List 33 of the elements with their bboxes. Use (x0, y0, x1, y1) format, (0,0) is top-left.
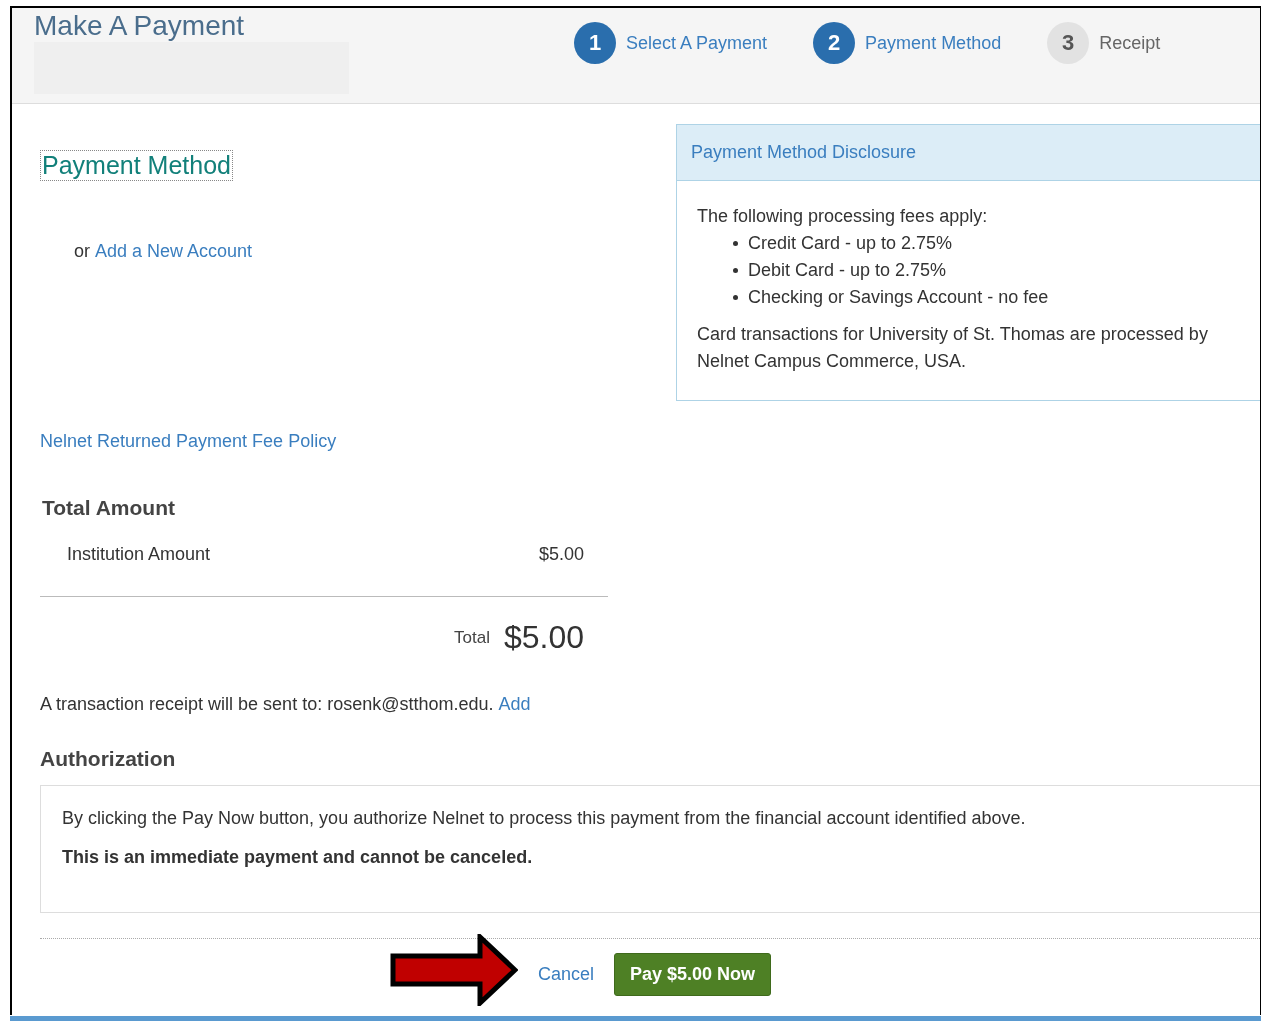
panel-title: Payment Method Disclosure (677, 125, 1260, 181)
amount-label: Institution Amount (67, 544, 211, 565)
fee-item: Credit Card - up to 2.75% (733, 230, 1240, 257)
or-text: or (74, 241, 90, 262)
authorization-heading: Authorization (40, 747, 177, 771)
bullet-icon (733, 268, 738, 273)
arrow-icon (390, 934, 518, 1006)
step-number: 3 (1047, 22, 1090, 64)
amount-value: $5.00 (538, 544, 584, 565)
step-label: Select A Payment (626, 32, 768, 54)
receipt-text: A transaction receipt will be sent to: rosenk@stthom.edu. (40, 694, 494, 715)
pay-button[interactable]: Pay $5.00 Now (614, 952, 772, 996)
warning-text: This is an immediate payment and cannot be canceled. (62, 847, 534, 868)
step-number: 2 (813, 22, 856, 64)
page-title: Make A Payment (34, 12, 246, 40)
step-label: Receipt (1099, 32, 1161, 54)
policy-link[interactable]: Nelnet Returned Payment Fee Policy (40, 431, 1260, 452)
fee-item: Debit Card - up to 2.75% (733, 257, 1240, 284)
section-heading[interactable]: Payment Method (40, 150, 233, 181)
step-number: 1 (574, 22, 616, 64)
total-heading: Total Amount (41, 496, 176, 520)
total-label: Total (454, 627, 490, 648)
fees-intro: The following processing fees apply: (697, 205, 989, 228)
add-account-link[interactable]: Add a New Account (95, 241, 253, 262)
bullet-icon (733, 241, 738, 246)
total-value: $5.00 (503, 619, 584, 656)
disclosure-note: Card transactions for University of St. Thomas are processed by Nelnet Campus Commerce, USA. (697, 323, 1209, 373)
cancel-link[interactable]: Cancel (538, 963, 595, 985)
fee-item: Checking or Savings Account - no fee (733, 284, 1240, 311)
authorization-text: By clicking the Pay Now button, you authorize Nelnet to process this payment from the financial account identified above. (62, 808, 1027, 829)
bullet-icon (733, 295, 738, 300)
add-email-link[interactable]: Add (498, 694, 531, 715)
step-label: Payment Method (865, 32, 1002, 54)
